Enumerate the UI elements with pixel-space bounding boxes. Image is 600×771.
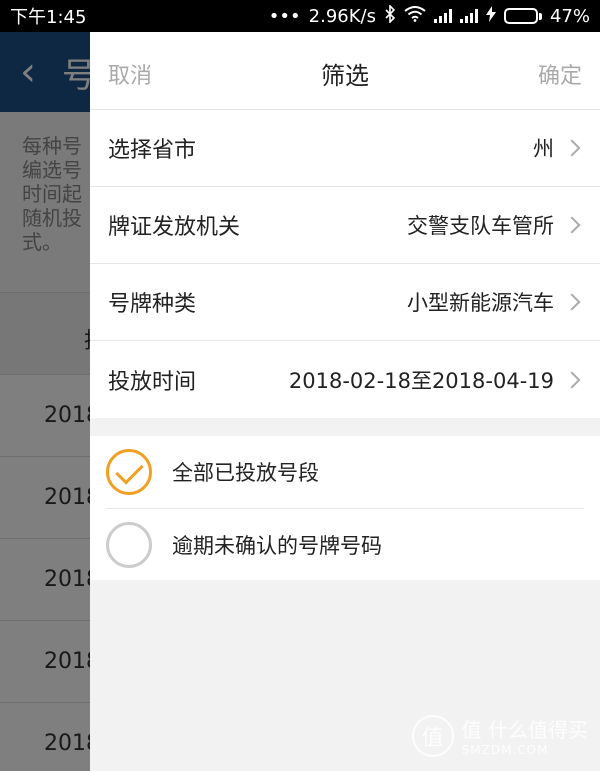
filter-label: 号牌种类 — [108, 292, 197, 317]
status-time: 下午1:45 — [10, 7, 87, 28]
option-all-released[interactable]: 全部已投放号段 — [106, 436, 584, 508]
bluetooth-icon — [384, 3, 396, 28]
filter-row-release-time[interactable]: 投放时间 2018-02-18至2018-04-19 — [90, 341, 600, 418]
status-right: ••• 2.96K/s 47% — [268, 3, 590, 28]
watermark-line2: SMZDM.COM — [461, 743, 549, 757]
chevron-right-icon — [563, 371, 581, 388]
filter-label: 投放时间 — [108, 369, 197, 395]
filter-value: 州 — [533, 137, 554, 161]
status-dots: ••• — [268, 5, 301, 27]
watermark-line1: 值 什么值得买 — [461, 718, 588, 742]
watermark-text: 值 什么值得买 SMZDM.COM — [462, 714, 588, 757]
option-list: 全部已投放号段 逾期未确认的号牌号码 — [90, 436, 600, 580]
chevron-right-icon — [563, 293, 581, 311]
filter-list: 选择省市 州 牌证发放机关 交警支队车管所 号牌种类 小型新能源汽车 投放时间 … — [90, 110, 600, 418]
signal-icon — [433, 9, 452, 23]
checkbox-icon[interactable] — [106, 521, 152, 568]
wifi-icon — [404, 5, 426, 27]
drawer-topbar: 取消 筛选 确定 — [90, 32, 600, 110]
checkbox-icon[interactable] — [106, 449, 152, 495]
filter-value: 交警支队车管所 — [407, 214, 554, 238]
status-bar: 下午1:45 ••• 2.96K/s 47% — [0, 0, 600, 32]
filter-value: 小型新能源汽车 — [407, 291, 554, 315]
signal-icon — [459, 9, 478, 23]
watermark: 值 值 什么值得买 SMZDM.COM — [411, 714, 588, 757]
filter-row-authority[interactable]: 牌证发放机关 交警支队车管所 — [90, 187, 600, 264]
option-overdue-unconfirmed[interactable]: 逾期未确认的号牌号码 — [106, 508, 584, 580]
filter-value: 2018-02-18至2018-04-19 — [288, 368, 554, 393]
watermark-logo-icon: 值 — [411, 714, 454, 757]
filter-label: 牌证发放机关 — [108, 215, 241, 240]
drawer-title: 筛选 — [321, 62, 369, 90]
filter-row-plate-type[interactable]: 号牌种类 小型新能源汽车 — [90, 264, 600, 341]
battery-percent: 47% — [549, 5, 590, 27]
filter-drawer: 取消 筛选 确定 选择省市 州 牌证发放机关 交警支队车管所 号牌种类 小型新能… — [90, 32, 600, 771]
network-speed: 2.96K/s — [308, 5, 376, 27]
option-label: 逾期未确认的号牌号码 — [172, 533, 382, 558]
charging-icon — [485, 5, 496, 27]
battery-icon — [503, 8, 542, 24]
chevron-right-icon — [563, 216, 581, 234]
chevron-right-icon — [563, 139, 581, 157]
option-label: 全部已投放号段 — [172, 461, 319, 485]
confirm-button[interactable]: 确定 — [538, 58, 582, 90]
filter-row-province[interactable]: 选择省市 州 — [90, 110, 600, 187]
filter-label: 选择省市 — [108, 138, 197, 163]
